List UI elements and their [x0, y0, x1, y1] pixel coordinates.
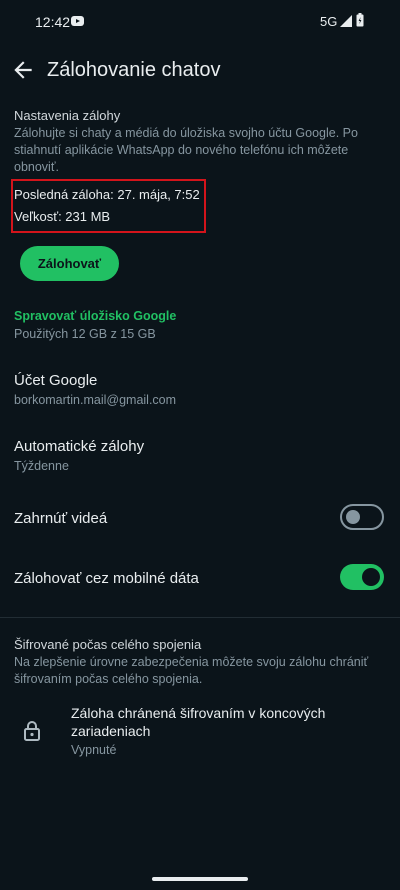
youtube-icon — [71, 16, 84, 26]
include-videos-title: Zahrnúť videá — [14, 510, 108, 527]
storage-usage-text: Použitých 12 GB z 15 GB — [14, 327, 156, 341]
encryption-description: Na zlepšenie úrovne zabezpečenia môžete … — [14, 655, 369, 686]
last-backup-text: Posledná záloha: 27. mája, 7:52 — [14, 187, 200, 202]
network-label: 5G — [320, 14, 338, 29]
auto-backup-value: Týždenne — [14, 459, 69, 473]
backup-size-text: Veľkosť: 231 MB — [14, 209, 111, 224]
backup-settings-heading: Nastavenia zálohy — [14, 108, 121, 123]
e2e-backup-title: Záloha chránená šifrovaním v koncových z… — [71, 705, 326, 739]
status-bar: 12:42 5G — [0, 0, 400, 44]
arrow-left-icon[interactable] — [10, 57, 36, 83]
google-account-title: Účet Google — [14, 372, 98, 389]
mobile-data-toggle[interactable] — [340, 564, 384, 590]
encryption-heading: Šifrované počas celého spojenia — [14, 637, 202, 652]
lock-icon — [24, 721, 40, 741]
toggle-knob — [362, 568, 380, 586]
include-videos-toggle[interactable] — [340, 504, 384, 530]
app-bar: Zálohovanie chatov — [0, 44, 400, 96]
backup-settings-description: Zálohujte si chaty a médiá do úložiska s… — [14, 126, 358, 174]
battery-icon — [356, 13, 364, 27]
auto-backup-title: Automatické zálohy — [14, 438, 145, 455]
signal-icon — [340, 15, 352, 27]
backup-button[interactable]: Zálohovať — [20, 246, 119, 281]
page-title: Zálohovanie chatov — [47, 59, 221, 81]
e2e-backup-status: Vypnuté — [71, 743, 117, 757]
toggle-knob — [346, 510, 360, 524]
mobile-data-title: Zálohovať cez mobilné dáta — [14, 570, 199, 587]
google-account-value: borkomartin.mail@gmail.com — [14, 393, 177, 407]
nav-gesture-handle[interactable] — [152, 877, 248, 881]
status-time: 12:42 — [35, 14, 71, 30]
divider — [0, 617, 400, 618]
manage-storage-link[interactable]: Spravovať úložisko Google — [14, 309, 176, 323]
